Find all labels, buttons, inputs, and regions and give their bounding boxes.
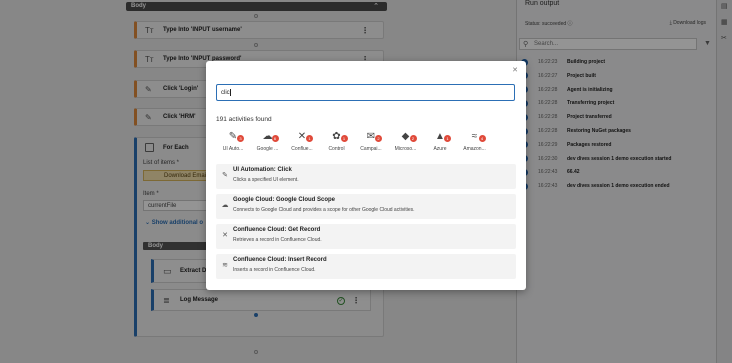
category-4[interactable]: ✉ 2 Campai... <box>354 129 388 152</box>
activity-result[interactable]: ✕ Confluence Cloud: Get Record Retrieves a… <box>216 224 516 249</box>
category-icon: ✉ 2 <box>365 131 382 143</box>
category-label: Campai... <box>360 146 382 152</box>
category-glyph: ≈ <box>471 131 478 142</box>
activity-icon: ✕ <box>222 232 228 239</box>
category-7[interactable]: ≈4 Amazon... <box>458 129 492 152</box>
category-glyph: ✕ <box>297 131 307 142</box>
category-icon: ☁ 6 <box>262 131 279 143</box>
category-label: Amazon... <box>463 146 486 152</box>
activity-description: Retrieves a record in Confluence Cloud. <box>233 237 322 243</box>
category-0[interactable]: ✎ 3 UI Auto... <box>216 129 250 152</box>
category-1[interactable]: ☁ 6 Google ... <box>251 129 285 152</box>
category-icon: ◆ 2 <box>400 131 417 143</box>
close-icon[interactable]: ✕ <box>512 66 518 74</box>
activity-title: UI Automation: Click <box>233 167 292 173</box>
category-5[interactable]: ◆ 2 Microso... <box>389 129 423 152</box>
activity-description: Connects to Google Cloud and provides a … <box>233 207 415 213</box>
activity-title: Google Cloud: Google Cloud Scope <box>233 197 335 203</box>
category-count-badge: 1 <box>444 135 451 142</box>
category-count-badge: 6 <box>271 135 279 142</box>
text-caret <box>229 89 231 96</box>
activity-search-input[interactable]: clic <box>216 84 515 101</box>
category-label: Google ... <box>256 146 279 152</box>
category-count-badge: 2 <box>409 135 417 142</box>
category-count-badge: 3 <box>237 135 244 142</box>
category-glyph: ✎ <box>228 131 238 142</box>
category-count-badge: 1 <box>340 135 348 142</box>
activity-result[interactable]: ≋ Confluence Cloud: Insert Record Inserts … <box>216 254 516 279</box>
activity-result[interactable]: ✎ UI Automation: Click Clicks a specified … <box>216 164 516 189</box>
activity-title: Confluence Cloud: Get Record <box>233 227 321 233</box>
category-icon: ≈4 <box>469 131 486 143</box>
category-label: Azure <box>433 146 447 152</box>
category-count-badge: 2 <box>375 135 382 142</box>
category-label: Control <box>328 146 345 152</box>
activity-description: Inserts a record in Confluence Cloud. <box>233 267 316 273</box>
activity-description: Clicks a specified UI element. <box>233 177 299 183</box>
category-glyph: ◆ <box>401 131 410 142</box>
category-count-badge: 1 <box>306 135 313 142</box>
category-3[interactable]: ✿ 1 Control <box>320 129 354 152</box>
category-icon: ✕ 1 <box>296 131 313 143</box>
category-count-badge: 4 <box>478 135 486 142</box>
add-activity-dialog: ✕ clic 191 activities found ✎ 3 UI Auto...… <box>206 61 526 290</box>
category-2[interactable]: ✕ 1 Conflue... <box>285 129 319 152</box>
category-icon: ✿ 1 <box>331 131 348 143</box>
results-count: 191 activities found <box>216 116 272 123</box>
category-label: Conflue... <box>291 146 313 152</box>
search-value: clic <box>221 90 230 97</box>
activity-icon: ✎ <box>222 172 228 179</box>
category-glyph: ✿ <box>332 131 341 142</box>
category-glyph: ✉ <box>366 131 376 142</box>
activity-icon: ☁ <box>221 202 229 209</box>
category-glyph: ☁ <box>262 131 273 142</box>
activity-icon: ≋ <box>222 262 228 269</box>
category-label: Microso... <box>394 146 417 152</box>
category-6[interactable]: ▲ 1 Azure <box>423 129 457 152</box>
category-icon: ✎ 3 <box>227 131 244 143</box>
activity-title: Confluence Cloud: Insert Record <box>233 257 327 263</box>
category-icon: ▲ 1 <box>434 131 451 143</box>
category-filter-row: ✎ 3 UI Auto... ☁ 6 Google ... ✕ 1 Conflue... ✿ 1 Co… <box>216 129 516 155</box>
activity-result[interactable]: ☁ Google Cloud: Google Cloud Scope Connect… <box>216 194 516 219</box>
category-label: UI Auto... <box>222 146 244 152</box>
